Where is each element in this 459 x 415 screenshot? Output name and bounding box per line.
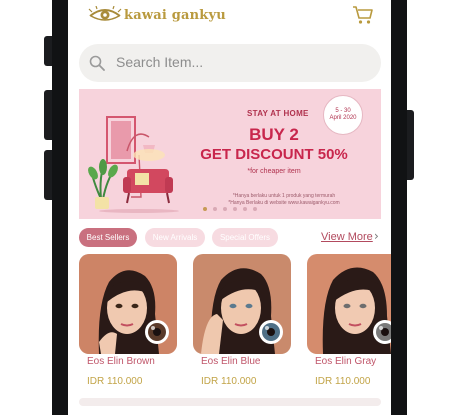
tab-special-offers[interactable]: Special Offers [212,228,278,247]
eye-logo-icon [88,6,122,21]
promo-banner[interactable]: STAY AT HOME BUY 2 GET DISCOUNT 50% *for… [79,89,381,219]
banner-headline: BUY 2 [249,125,299,144]
chevron-right-icon[interactable]: › [374,229,379,243]
date-badge: 5 - 30 April 2020 [323,95,363,135]
cart-icon[interactable] [352,5,374,25]
search-bar[interactable]: Search Item... [79,44,381,82]
banner-note-1: *Hanya berlaku untuk 1 produk yang termu… [232,193,336,199]
product-name[interactable]: Eos Elin Gray [315,356,376,367]
search-icon [89,55,105,71]
product-card-image[interactable] [307,254,391,354]
date-range: 5 - 30 [335,108,351,114]
carousel-dot[interactable] [203,207,207,211]
carousel-dot[interactable] [253,207,257,211]
product-price: IDR 110.000 [201,376,257,387]
app-header: kawai gankyu [68,0,391,38]
tab-best-sellers[interactable]: Best Sellers [79,228,137,247]
phone-volume-down-button [44,150,52,200]
product-card-image[interactable] [193,254,291,354]
living-room-illustration [88,116,179,213]
product-price: IDR 110.000 [315,376,371,387]
product-price: IDR 110.000 [87,376,143,387]
product-name[interactable]: Eos Elin Brown [87,356,155,367]
carousel-dot[interactable] [223,207,227,211]
phone-power-button [407,110,414,180]
product-card-image[interactable] [79,254,177,354]
app-screen: kawai gankyu Search Item... STAY AT HOME… [68,0,391,415]
banner-subtext: *for cheaper item [247,168,301,175]
carousel-dot[interactable] [243,207,247,211]
view-more-link[interactable]: View More [321,231,373,243]
phone-volume-up-button [44,90,52,140]
product-name[interactable]: Eos Elin Blue [201,356,260,367]
banner-note-2: *Hanya Berlaku di website www.kawaiganky… [228,200,340,206]
banner-discount: GET DISCOUNT 50% [200,146,348,163]
search-input[interactable]: Search Item... [116,54,203,70]
brand-name: kawai gankyu [124,8,226,23]
next-section-edge [79,398,381,406]
carousel-dot[interactable] [213,207,217,211]
date-month: April 2020 [329,115,357,121]
phone-volume-button [44,36,52,66]
carousel-dot[interactable] [233,207,237,211]
banner-kicker: STAY AT HOME [247,109,309,118]
tab-new-arrivals[interactable]: New Arrivals [145,228,205,247]
